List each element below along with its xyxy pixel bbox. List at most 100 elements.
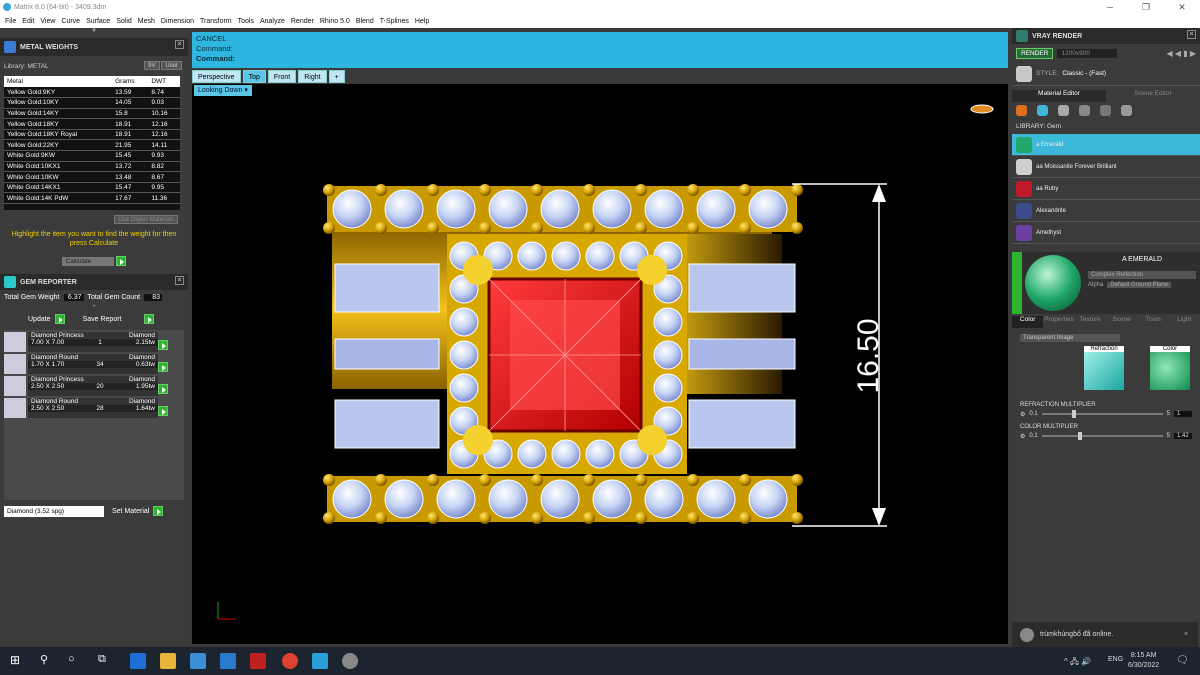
chrome-icon[interactable] <box>282 653 298 669</box>
ground-plane-select[interactable]: Default Ground Plane <box>1107 282 1172 288</box>
search-icon[interactable]: ⚲ <box>40 653 56 669</box>
menu-solid[interactable]: Solid <box>113 18 135 25</box>
preview-toggle-icon[interactable] <box>1012 252 1022 314</box>
language-indicator[interactable]: ENG <box>1108 656 1123 663</box>
notification-toast[interactable]: trùmkhùngbố đã online. × <box>1012 622 1198 647</box>
gem-select-icon[interactable] <box>158 384 168 395</box>
use-object-materials-checkbox[interactable]: Use Object Materials <box>114 215 178 224</box>
table-row[interactable]: Yellow Gold:9KY 13.59 8.74 <box>4 87 180 99</box>
grid-icon[interactable] <box>1100 105 1111 116</box>
maximize-icon[interactable]: ❐ <box>1128 0 1164 14</box>
tab-right[interactable]: Right <box>298 70 327 83</box>
menu-view[interactable]: View <box>37 18 58 25</box>
refraction-multiplier-slider[interactable]: ⚙ 0.1 5 1 <box>1020 408 1192 420</box>
table-row[interactable]: Yellow Gold:14KY 15.8 10.16 <box>4 108 180 120</box>
color-texture[interactable] <box>1150 352 1190 390</box>
drop-icon[interactable] <box>1016 105 1027 116</box>
table-row[interactable]: White Gold:14KX1 15.47 9.95 <box>4 182 180 194</box>
menu-analyze[interactable]: Analyze <box>257 18 288 25</box>
start-icon[interactable]: ⊞ <box>10 653 26 669</box>
style-select[interactable]: Classic - (Fast) <box>1062 70 1106 77</box>
table-row[interactable]: White Gold:10KX1 13.72 8.82 <box>4 161 180 173</box>
color-multiplier-slider[interactable]: ⚙ 0.1 5 1.42 <box>1020 430 1192 442</box>
tray-icons[interactable]: ^ 🖧 🔊 <box>1064 656 1091 670</box>
minimize-icon[interactable]: ─ <box>1092 0 1128 14</box>
rhino-icon[interactable] <box>342 653 358 669</box>
table-row[interactable]: White Gold:14K PdW 17.67 11.36 <box>4 192 180 205</box>
list-item[interactable]: Diamond Princess Diamond 2.50 X 2.50 20 1.9… <box>4 376 184 397</box>
list-item[interactable]: Amethyst <box>1012 222 1200 244</box>
update-go-icon[interactable] <box>54 314 65 325</box>
cortana-icon[interactable]: ○ <box>68 653 84 669</box>
table-row[interactable]: White Gold:9KW 15.45 9.93 <box>4 150 180 162</box>
collapse-arrow-icon[interactable]: ▼ <box>0 28 188 38</box>
texture-icon[interactable] <box>1079 105 1090 116</box>
tab-top[interactable]: Top <box>242 70 266 83</box>
tab-front[interactable]: Front <box>267 70 297 83</box>
menu-rhino[interactable]: Rhino 5.0 <box>317 18 353 25</box>
tab-properties[interactable]: Properties <box>1043 316 1074 328</box>
collapse-arrow-icon[interactable]: • <box>0 304 188 312</box>
gem-select-icon[interactable] <box>158 340 168 351</box>
tab-tison[interactable]: Tison <box>1137 316 1168 328</box>
list-item[interactable]: a Emerald <box>1012 134 1200 156</box>
clock[interactable]: 8:15 AM 6/30/2022 <box>1128 651 1159 671</box>
calculate-button[interactable]: Calculate <box>62 257 114 267</box>
close-icon[interactable]: × <box>1184 631 1188 638</box>
command-input[interactable]: Command: <box>196 54 1004 64</box>
column-grams[interactable]: Grams <box>112 76 149 87</box>
file-explorer-icon[interactable] <box>160 653 176 669</box>
reflection-select[interactable]: Complex Reflection <box>1088 271 1196 279</box>
refraction-multiplier-value[interactable]: 1 <box>1174 411 1192 417</box>
table-row[interactable]: Yellow Gold:18KY 18.91 12.16 <box>4 118 180 130</box>
menu-dimension[interactable]: Dimension <box>158 18 197 25</box>
tab-material-editor[interactable]: Material Editor <box>1012 90 1106 102</box>
edge-icon[interactable] <box>130 653 146 669</box>
menu-blend[interactable]: Blend <box>353 18 377 25</box>
store-icon[interactable] <box>190 653 206 669</box>
notification-center-icon[interactable]: 🗨 <box>1176 655 1189 666</box>
table-row[interactable]: Yellow Gold:22KY 21.95 14.11 <box>4 139 180 152</box>
mail-icon[interactable] <box>220 653 236 669</box>
save-report-go-icon[interactable] <box>143 314 154 325</box>
update-button[interactable]: Update <box>28 316 51 323</box>
library-9v-button[interactable]: 9V <box>144 61 160 70</box>
table-row[interactable]: White Gold:10KW 13.48 8.67 <box>4 171 180 183</box>
column-metal[interactable]: Metal <box>4 76 113 87</box>
list-item[interactable]: aa Ruby <box>1012 178 1200 200</box>
table-row[interactable]: Yellow Gold:10KY 14.05 9.03 <box>4 97 180 109</box>
view-mode-dropdown[interactable]: Looking Down ▾ <box>194 85 252 96</box>
menu-edit[interactable]: Edit <box>19 18 37 25</box>
light-icon[interactable] <box>1121 105 1132 116</box>
gem-select-icon[interactable] <box>158 362 168 373</box>
matrix-app-icon[interactable] <box>312 653 328 669</box>
menu-tools[interactable]: Tools <box>235 18 257 25</box>
menu-curve[interactable]: Curve <box>58 18 83 25</box>
menu-mesh[interactable]: Mesh <box>135 18 158 25</box>
set-material-go-icon[interactable] <box>153 506 164 517</box>
tab-color[interactable]: Color <box>1012 316 1044 328</box>
playback-icons[interactable]: ◀ ◀ ▮ ▶ <box>1166 49 1196 58</box>
close-panel-icon[interactable]: × <box>175 276 184 286</box>
close-panel-icon[interactable]: × <box>1187 30 1196 39</box>
list-item[interactable]: Diamond Round Diamond 1.70 X 1.70 34 0.63tw <box>4 354 184 375</box>
tab-light[interactable]: Light <box>1169 316 1200 328</box>
set-material-button[interactable]: Set Material <box>112 508 149 515</box>
list-item[interactable]: aa Moissanite Forever Brilliant <box>1012 156 1200 178</box>
close-icon[interactable]: ✕ <box>1164 0 1200 14</box>
gem-tool-icon[interactable] <box>1037 105 1048 116</box>
view-orient-icon[interactable] <box>970 104 994 114</box>
alpha-field[interactable]: Alpha <box>1088 282 1103 288</box>
column-dwt[interactable]: DWT <box>148 76 180 87</box>
material-select[interactable]: Diamond (3.52 spg) <box>4 505 104 517</box>
table-row[interactable]: Yellow Gold:18KY Royal 18.91 12.16 <box>4 129 180 141</box>
tab-add[interactable]: + <box>328 70 345 83</box>
save-report-button[interactable]: Save Report <box>83 316 122 323</box>
menu-file[interactable]: File <box>2 18 19 25</box>
app-icon[interactable] <box>250 653 266 669</box>
tab-scene-editor[interactable]: Scene Editor <box>1106 90 1200 102</box>
menu-help[interactable]: Help <box>412 18 432 25</box>
sphere-icon[interactable] <box>1058 105 1069 116</box>
refraction-texture[interactable] <box>1084 352 1124 390</box>
menu-transform[interactable]: Transform <box>197 18 235 25</box>
